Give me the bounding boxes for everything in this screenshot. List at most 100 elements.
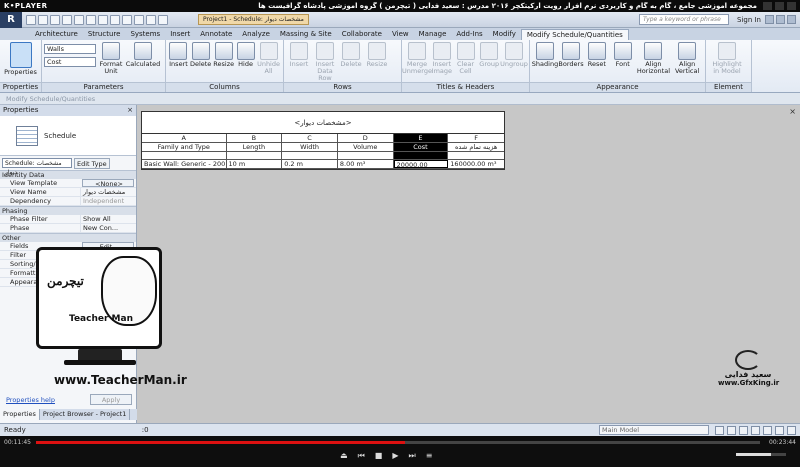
schedule-cell[interactable]: D (338, 134, 394, 142)
columns-unhide-all-button[interactable]: Unhide All (257, 42, 280, 75)
edit-type-button[interactable]: Edit Type (74, 157, 110, 169)
property-value[interactable]: مشخصات دیوار (80, 188, 136, 196)
schedule-cell[interactable]: هزینه تمام شده (448, 143, 504, 151)
appearance-align-vertical-button[interactable]: Align Vertical (672, 42, 702, 75)
editable-only-icon[interactable] (715, 425, 724, 435)
face-select-icon[interactable] (763, 425, 772, 435)
type-selector[interactable]: Schedule (0, 116, 136, 156)
revit-logo[interactable]: R (0, 11, 22, 28)
tab-annotate[interactable]: Annotate (195, 29, 237, 40)
redo-icon[interactable] (62, 14, 72, 25)
element-highlight-in-model-button[interactable]: Highlight in Model (709, 42, 745, 75)
calculated-button[interactable]: Calculated (126, 42, 160, 68)
measure-icon[interactable] (86, 14, 96, 25)
instance-filter-select[interactable]: Schedule: مشخصات دیوار (2, 158, 72, 176)
volume-slider[interactable] (736, 453, 786, 456)
parameter-combo[interactable]: Cost (44, 57, 96, 67)
palette-tab-project-browser[interactable]: Project Browser - Project1 (40, 409, 131, 420)
open-icon[interactable] (26, 14, 36, 25)
appearance-align-horizontal-button[interactable]: Align Horizontal (637, 42, 671, 75)
3d-view-icon[interactable] (122, 14, 132, 25)
tab-architecture[interactable]: Architecture (30, 29, 83, 40)
appearance-shading-button[interactable]: Shading (532, 42, 558, 68)
seek-bar[interactable] (36, 441, 760, 444)
schedule-cell[interactable]: Width (282, 143, 338, 151)
titles-merge-unmerge-button[interactable]: Merge Unmerge (402, 42, 432, 75)
save-icon[interactable] (38, 14, 48, 25)
maximize-icon[interactable] (775, 2, 784, 10)
pinned-icon[interactable] (751, 425, 760, 435)
schedule-cell[interactable]: 160000.00 m³ (448, 160, 504, 168)
schedule-title[interactable]: <مشخصات دیوار> (142, 112, 504, 134)
search-input[interactable]: Type a keyword or phrase (639, 14, 729, 25)
thin-lines-icon[interactable] (146, 14, 156, 25)
app-close-icon[interactable] (787, 15, 796, 24)
tab-modify[interactable]: Modify (488, 29, 521, 40)
section-identity-data[interactable]: Identity Data (0, 170, 136, 179)
schedule-view[interactable]: × <مشخصات دیوار> ABCDEF Family and Type L… (137, 105, 800, 423)
switch-windows-icon[interactable] (158, 14, 168, 25)
titles-ungroup-button[interactable]: Ungroup (500, 42, 528, 68)
schedule-cell[interactable]: B (227, 134, 283, 142)
close-icon[interactable]: × (127, 105, 136, 116)
schedule-cell[interactable]: C (282, 134, 338, 142)
eject-icon[interactable]: ⏏ (340, 451, 348, 461)
titles-insert-image-button[interactable]: Insert Image (431, 42, 453, 75)
properties-button[interactable]: Properties (3, 42, 38, 76)
schedule-cell[interactable]: Length (227, 143, 283, 151)
app-minimize-icon[interactable] (765, 15, 774, 24)
columns-hide-button[interactable]: Hide (236, 42, 255, 68)
table-row[interactable]: Basic Wall: Generic - 200 10 m 0.2 m 8.00 m… (142, 160, 504, 169)
previous-icon[interactable]: ⏮ (358, 451, 365, 461)
schedule-table[interactable]: <مشخصات دیوار> ABCDEF Family and Type Len… (141, 111, 505, 170)
appearance-reset-button[interactable]: Reset (585, 42, 609, 68)
minimize-icon[interactable] (763, 2, 772, 10)
rows-insert-button[interactable]: Insert (287, 42, 311, 68)
palette-tab-properties[interactable]: Properties (0, 409, 40, 420)
links-icon[interactable] (727, 425, 736, 435)
drag-icon[interactable] (775, 425, 784, 435)
schedule-cell[interactable]: Cost (393, 143, 449, 151)
properties-help-link[interactable]: Properties help (6, 396, 55, 404)
section-other[interactable]: Other (0, 233, 136, 242)
sign-in-button[interactable]: Sign In (733, 16, 765, 24)
schedule-cell[interactable]: Volume (338, 143, 394, 151)
underlay-icon[interactable] (739, 425, 748, 435)
schedule-cell[interactable]: 20000.00 (393, 160, 449, 168)
play-icon[interactable]: ▶ (392, 451, 398, 461)
property-value[interactable]: New Con... (80, 224, 136, 232)
schedule-cell[interactable]: F (448, 134, 504, 142)
schedule-cell[interactable]: A (142, 134, 227, 142)
appearance-font-button[interactable]: Font (611, 42, 635, 68)
view-close-icon[interactable]: × (789, 107, 796, 116)
section-phasing[interactable]: Phasing (0, 206, 136, 215)
tag-icon[interactable] (98, 14, 108, 25)
schedule-cell[interactable]: Family and Type (142, 143, 227, 151)
property-value[interactable]: <None> (82, 179, 134, 187)
schedule-cell[interactable]: 10 m (227, 160, 283, 168)
tab-add-ins[interactable]: Add-Ins (451, 29, 487, 40)
tab-insert[interactable]: Insert (165, 29, 195, 40)
section-icon[interactable] (134, 14, 144, 25)
stop-icon[interactable]: ■ (375, 451, 383, 461)
columns-resize-button[interactable]: Resize (213, 42, 234, 68)
format-unit-button[interactable]: Format Unit (97, 42, 125, 75)
category-combo[interactable]: Walls (44, 44, 96, 54)
text-icon[interactable] (110, 14, 120, 25)
tab-collaborate[interactable]: Collaborate (337, 29, 387, 40)
property-value[interactable]: Show All (80, 215, 136, 223)
columns-insert-button[interactable]: Insert (169, 42, 188, 68)
tab-analyze[interactable]: Analyze (237, 29, 275, 40)
schedule-cell[interactable]: E (393, 134, 449, 142)
tab-structure[interactable]: Structure (83, 29, 126, 40)
property-value[interactable]: Independent (80, 197, 136, 205)
apply-button[interactable]: Apply (90, 394, 132, 405)
app-restore-icon[interactable] (776, 15, 785, 24)
design-option-select[interactable]: Main Model (599, 425, 709, 435)
undo-icon[interactable] (50, 14, 60, 25)
close-icon[interactable] (787, 2, 796, 10)
menu-icon[interactable]: ≡ (426, 451, 433, 461)
schedule-cell[interactable]: 0.2 m (282, 160, 338, 168)
columns-delete-button[interactable]: Delete (190, 42, 211, 68)
rows-delete-button[interactable]: Delete (339, 42, 363, 68)
